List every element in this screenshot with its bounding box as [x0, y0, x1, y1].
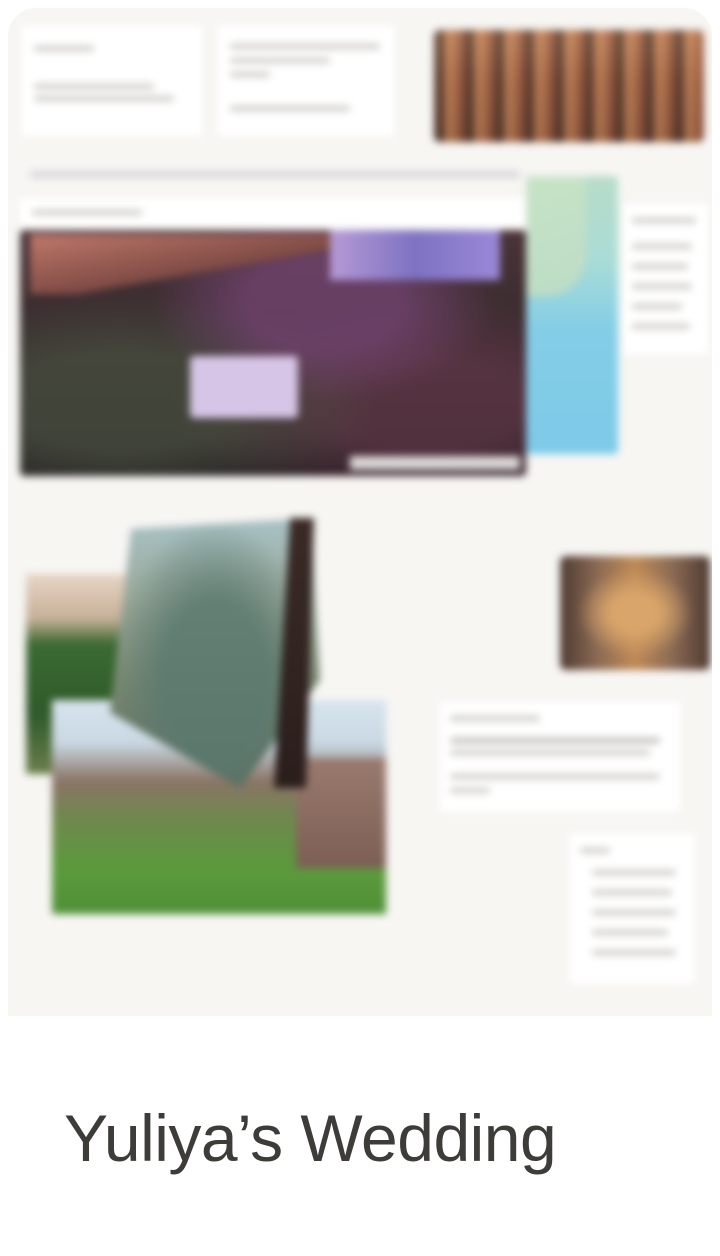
board-title[interactable]: Yuliya’s Wedding: [64, 1098, 557, 1178]
photo-tile: [20, 230, 526, 476]
photo-collage: [26, 518, 396, 914]
photo-tile: [560, 556, 710, 670]
note-card: [624, 204, 708, 354]
note-card: [440, 702, 680, 812]
map-tile: [526, 176, 618, 454]
note-card: [570, 834, 694, 984]
photo-tile: [434, 30, 704, 142]
blurred-collage-preview: [8, 8, 712, 1016]
caption-strip: [20, 198, 526, 228]
note-card: [22, 26, 202, 136]
board-thumbnail[interactable]: [8, 8, 712, 1016]
note-card: [218, 26, 394, 136]
text-strip: [20, 158, 540, 198]
